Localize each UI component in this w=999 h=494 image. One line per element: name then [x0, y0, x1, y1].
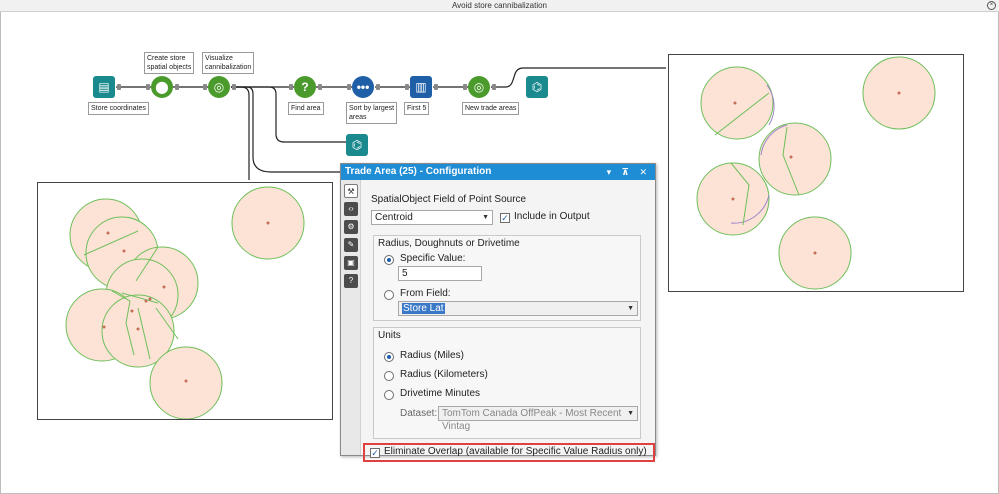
gear-icon[interactable]: ⚙: [344, 220, 358, 234]
from-field-select[interactable]: Store Lat ▼: [398, 301, 638, 316]
help-icon[interactable]: ?: [344, 274, 358, 288]
dataset-value: TomTom Canada OffPeak - Most Recent Vint…: [442, 408, 622, 432]
radius-km-radio[interactable]: [384, 371, 394, 381]
tool-label-store-coordinates: Store coordinates: [88, 102, 149, 115]
radius-group-label: Radius, Doughnuts or Drivetime: [378, 238, 520, 249]
tool-label-first5: First 5: [404, 102, 430, 115]
output-anchor[interactable]: [175, 84, 179, 90]
specific-value-radio[interactable]: [384, 255, 394, 265]
binoculars-icon[interactable]: ⌬: [526, 76, 548, 98]
input-anchor[interactable]: [347, 84, 351, 90]
eliminate-overlap-checkbox[interactable]: ✓: [370, 448, 380, 458]
dataset-label: Dataset:: [400, 408, 438, 419]
panel-title: Trade Area (25) - Configuration: [345, 166, 492, 177]
window-titlebar: Avoid store cannibalization ×: [0, 0, 999, 12]
input-anchor[interactable]: [203, 84, 207, 90]
book-icon[interactable]: ▤: [93, 76, 115, 98]
output-anchor[interactable]: [492, 84, 496, 90]
include-output-checkbox[interactable]: ✓: [500, 213, 510, 223]
sort-icon[interactable]: •••: [352, 76, 374, 98]
input-anchor[interactable]: [405, 84, 409, 90]
tool-label-sort-largest: Sort by largest areas: [346, 102, 398, 124]
target-icon[interactable]: ◎: [468, 76, 490, 98]
radius-group: Radius, Doughnuts or Drivetime Specific …: [373, 235, 641, 321]
panel-window-controls[interactable]: ▾ ⊼ ✕: [607, 164, 651, 180]
chevron-down-icon: ▼: [482, 214, 489, 221]
radius-miles-radio[interactable]: [384, 352, 394, 362]
binoculars-icon[interactable]: ⌬: [346, 134, 368, 156]
spatial-field-label: SpatialObject Field of Point Source: [371, 194, 527, 205]
panel-content: SpatialObject Field of Point Source Cent…: [363, 180, 655, 462]
cube-icon[interactable]: ▣: [344, 256, 358, 270]
chevron-down-icon: ▼: [627, 305, 634, 312]
close-icon[interactable]: ×: [987, 1, 996, 10]
tool-label-find-area: Find area: [288, 102, 324, 115]
drivetime-label: Drivetime Minutes: [400, 388, 481, 399]
code-icon[interactable]: ‹›: [344, 202, 358, 216]
wrench-icon[interactable]: ⚒: [344, 184, 358, 198]
from-field-value: Store Lat: [402, 303, 445, 314]
config-panel: Trade Area (25) - Configuration ▾ ⊼ ✕ ⚒ …: [340, 163, 656, 462]
spatial-field-select[interactable]: Centroid ▼: [371, 210, 493, 225]
drivetime-radio[interactable]: [384, 390, 394, 400]
output-anchor[interactable]: [376, 84, 380, 90]
sample-icon[interactable]: ▥: [410, 76, 432, 98]
tool-label-new-trade: New trade areas: [462, 102, 520, 115]
eliminate-overlap-label: Eliminate Overlap (available for Specifi…: [384, 446, 647, 457]
from-field-label: From Field:: [400, 288, 451, 299]
panel-header: Trade Area (25) - Configuration ▾ ⊼ ✕: [341, 164, 655, 180]
tag-icon[interactable]: ✎: [344, 238, 358, 252]
radius-miles-label: Radius (Miles): [400, 350, 464, 361]
specific-value-input[interactable]: 5: [398, 266, 482, 281]
trade-area-map: [696, 56, 936, 290]
output-anchor[interactable]: [232, 84, 236, 90]
input-anchor[interactable]: [289, 84, 293, 90]
output-anchor[interactable]: [117, 84, 121, 90]
tool-label-visualize: Visualize cannibalization: [202, 52, 255, 74]
output-anchor[interactable]: [318, 84, 322, 90]
map-pin-icon[interactable]: ⬤: [151, 76, 173, 98]
from-field-radio[interactable]: [384, 290, 394, 300]
question-icon[interactable]: ?: [294, 76, 316, 98]
input-anchor[interactable]: [146, 84, 150, 90]
tool-label-create-store: Create store spatial objects: [144, 52, 195, 74]
units-group-label: Units: [378, 330, 401, 341]
specific-value-label: Specific Value:: [400, 253, 466, 264]
radius-km-label: Radius (Kilometers): [400, 369, 488, 380]
window-title: Avoid store cannibalization: [451, 1, 548, 10]
trade-area-map: [65, 186, 305, 419]
spatial-field-value: Centroid: [375, 212, 413, 223]
input-anchor[interactable]: [463, 84, 467, 90]
specific-value-text: 5: [402, 268, 408, 279]
panel-sidebar: ⚒ ‹› ⚙ ✎ ▣ ?: [341, 180, 361, 455]
map-preview-left[interactable]: [37, 182, 333, 420]
target-icon[interactable]: ◎: [208, 76, 230, 98]
output-anchor[interactable]: [434, 84, 438, 90]
chevron-down-icon: ▼: [627, 410, 634, 417]
dataset-select[interactable]: TomTom Canada OffPeak - Most Recent Vint…: [438, 406, 638, 432]
include-output-label: Include in Output: [514, 211, 590, 222]
units-group: Units Radius (Miles) Radius (Kilometers)…: [373, 327, 641, 439]
map-preview-right[interactable]: [668, 54, 964, 292]
